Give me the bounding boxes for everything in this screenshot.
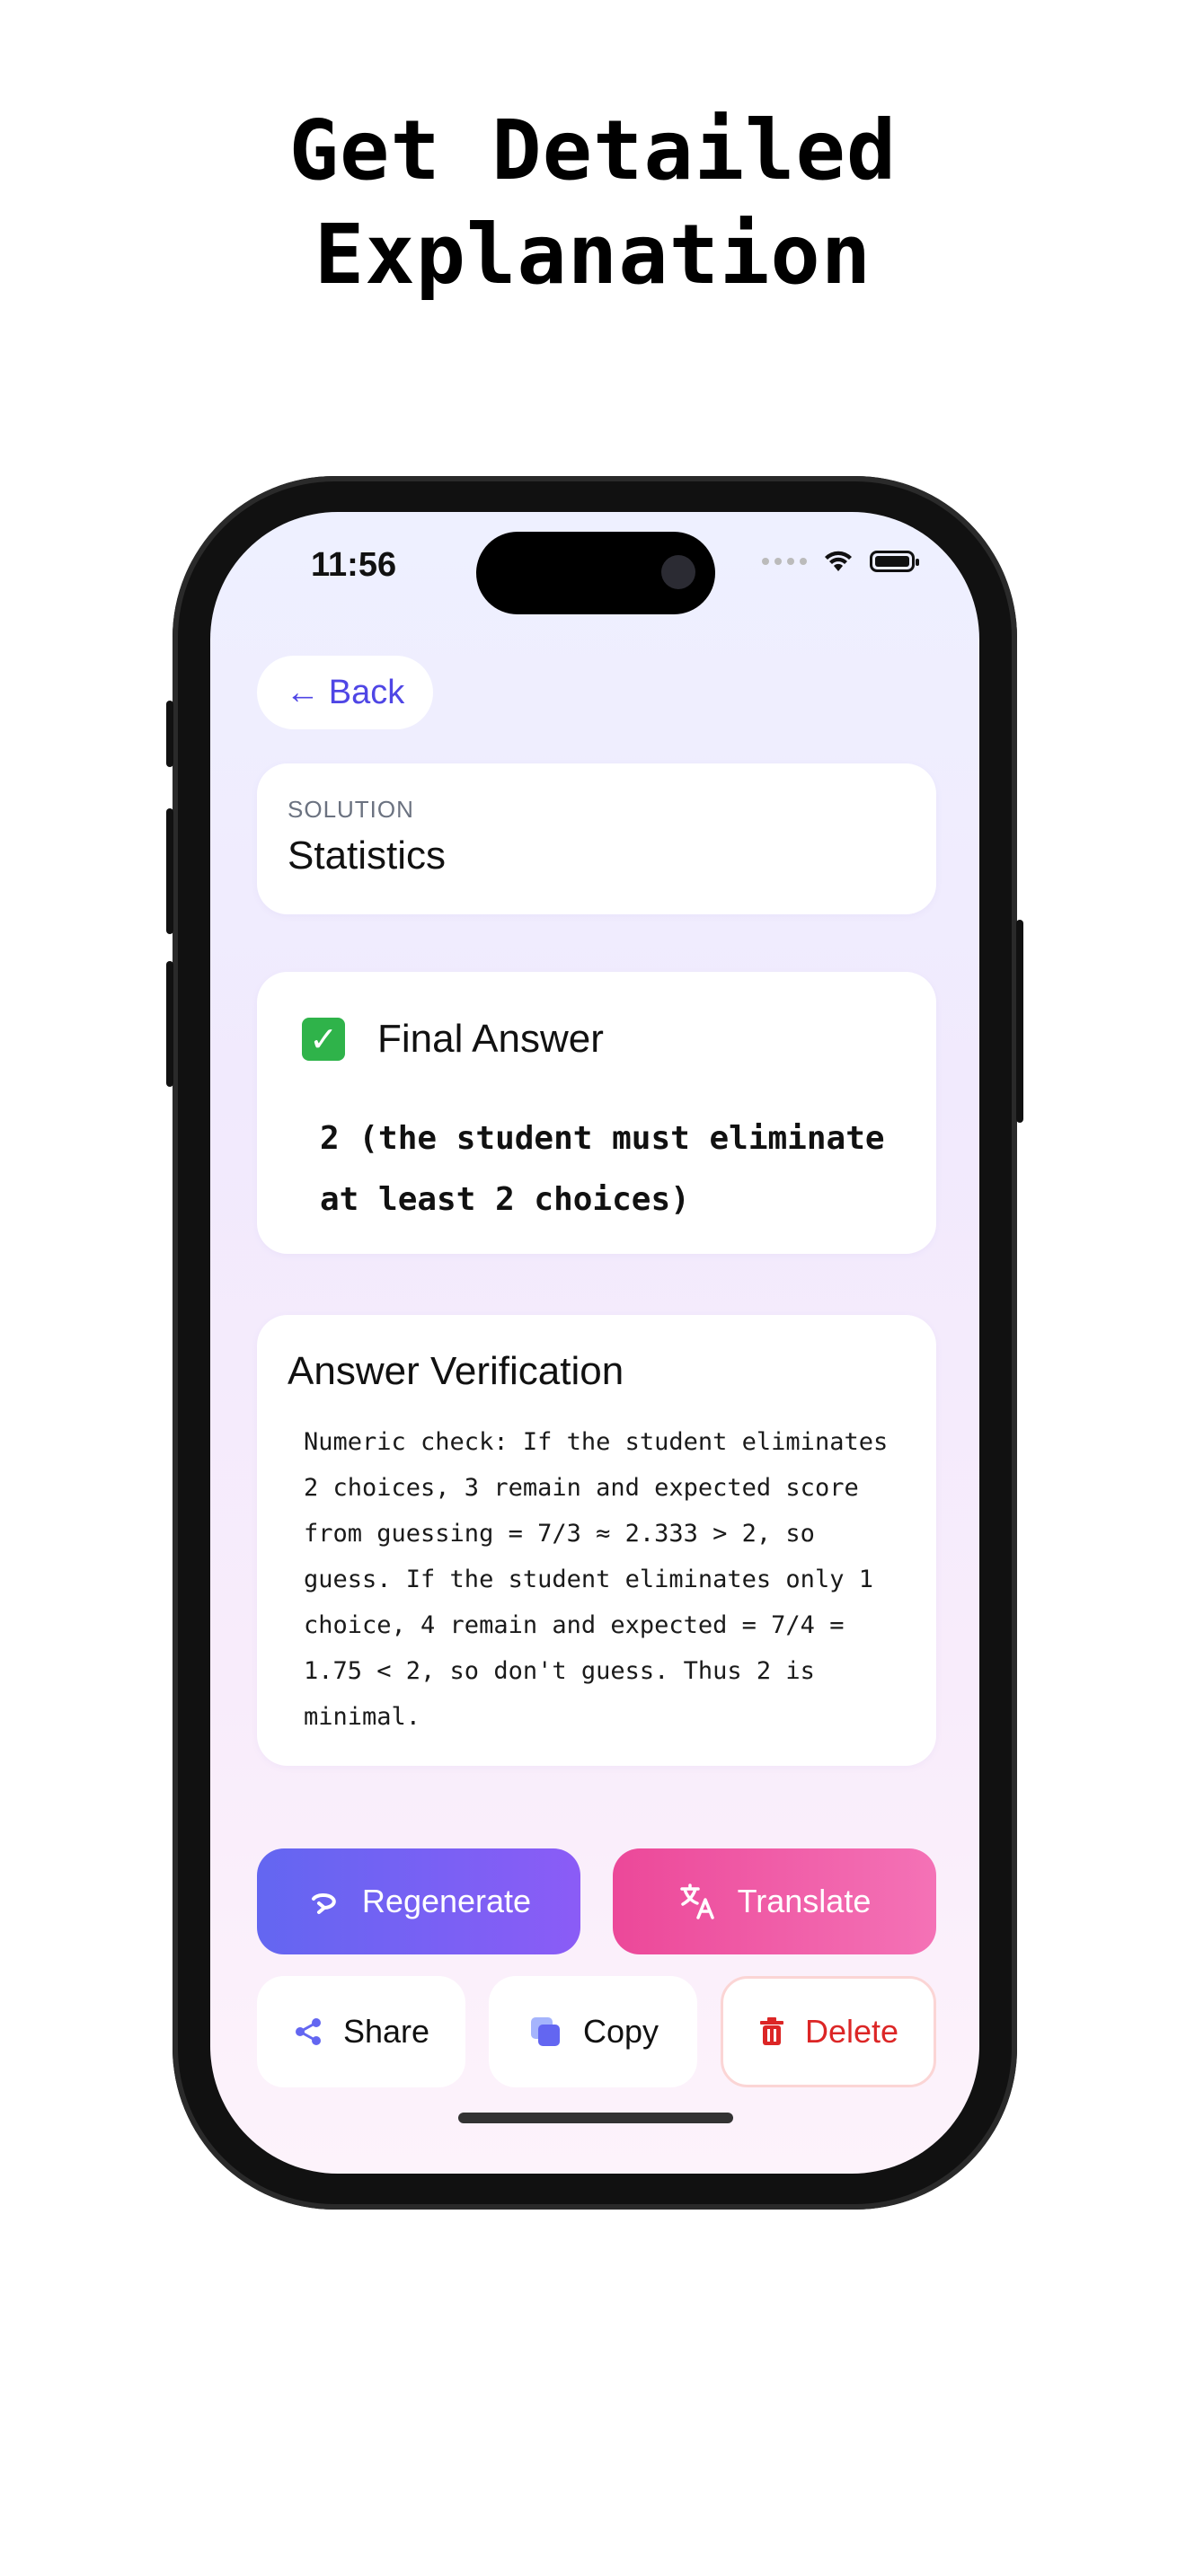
solution-card: SOLUTION Statistics — [257, 763, 936, 914]
back-button[interactable]: ← Back — [257, 656, 433, 729]
translate-label: Translate — [737, 1883, 872, 1919]
wifi-icon — [825, 551, 852, 571]
regenerate-label: Regenerate — [361, 1883, 532, 1919]
home-indicator[interactable] — [458, 2113, 733, 2123]
final-answer-text: 2 (the student must eliminate at least 2… — [320, 1120, 885, 1218]
headline-line-1: Get Detailed — [288, 102, 898, 198]
status-icons — [762, 550, 919, 573]
translate-button[interactable]: Translate — [613, 1848, 936, 1954]
status-time: 11:56 — [311, 546, 397, 584]
signal-icon — [762, 558, 807, 565]
trash-icon — [758, 2016, 785, 2047]
share-label: Share — [342, 2013, 430, 2050]
power-button — [1016, 920, 1023, 1123]
regenerate-button[interactable]: Regenerate — [257, 1848, 580, 1954]
share-button[interactable]: Share — [257, 1976, 465, 2087]
final-answer-card: ✓ Final Answer 2 (the student must elimi… — [257, 972, 936, 1254]
back-arrow-icon: ← — [285, 673, 320, 711]
regenerate-icon — [306, 1888, 342, 1915]
volume-down-button — [166, 961, 173, 1087]
solution-label: SOLUTION — [288, 796, 414, 823]
phone-frame: 11:56 ← Back SOLUTION Statistics ✓ Final… — [166, 476, 1023, 2210]
promo-headline: Get Detailed Explanation — [0, 99, 1186, 307]
verification-card: Answer Verification Numeric check: If th… — [257, 1315, 936, 1766]
action-button — [166, 701, 173, 767]
delete-label: Delete — [804, 2013, 899, 2050]
camera-icon — [661, 555, 695, 589]
share-icon — [293, 2016, 323, 2047]
verification-text: Numeric check: If the student eliminates… — [304, 1428, 889, 1731]
copy-label: Copy — [582, 2013, 659, 2050]
check-mark-icon: ✓ — [302, 1018, 345, 1061]
solution-title: Statistics — [288, 834, 447, 878]
verification-title: Answer Verification — [288, 1349, 624, 1393]
headline-line-2: Explanation — [314, 207, 872, 303]
dynamic-island — [476, 532, 715, 614]
final-answer-title: Final Answer — [377, 1017, 604, 1061]
app-screen: 11:56 ← Back SOLUTION Statistics ✓ Final… — [210, 512, 979, 2174]
volume-up-button — [166, 808, 173, 934]
back-label: Back — [328, 673, 405, 711]
delete-button[interactable]: Delete — [721, 1976, 936, 2087]
battery-icon — [870, 551, 919, 572]
copy-button[interactable]: Copy — [489, 1976, 697, 2087]
translate-icon — [678, 1882, 718, 1921]
copy-icon — [527, 2014, 563, 2050]
